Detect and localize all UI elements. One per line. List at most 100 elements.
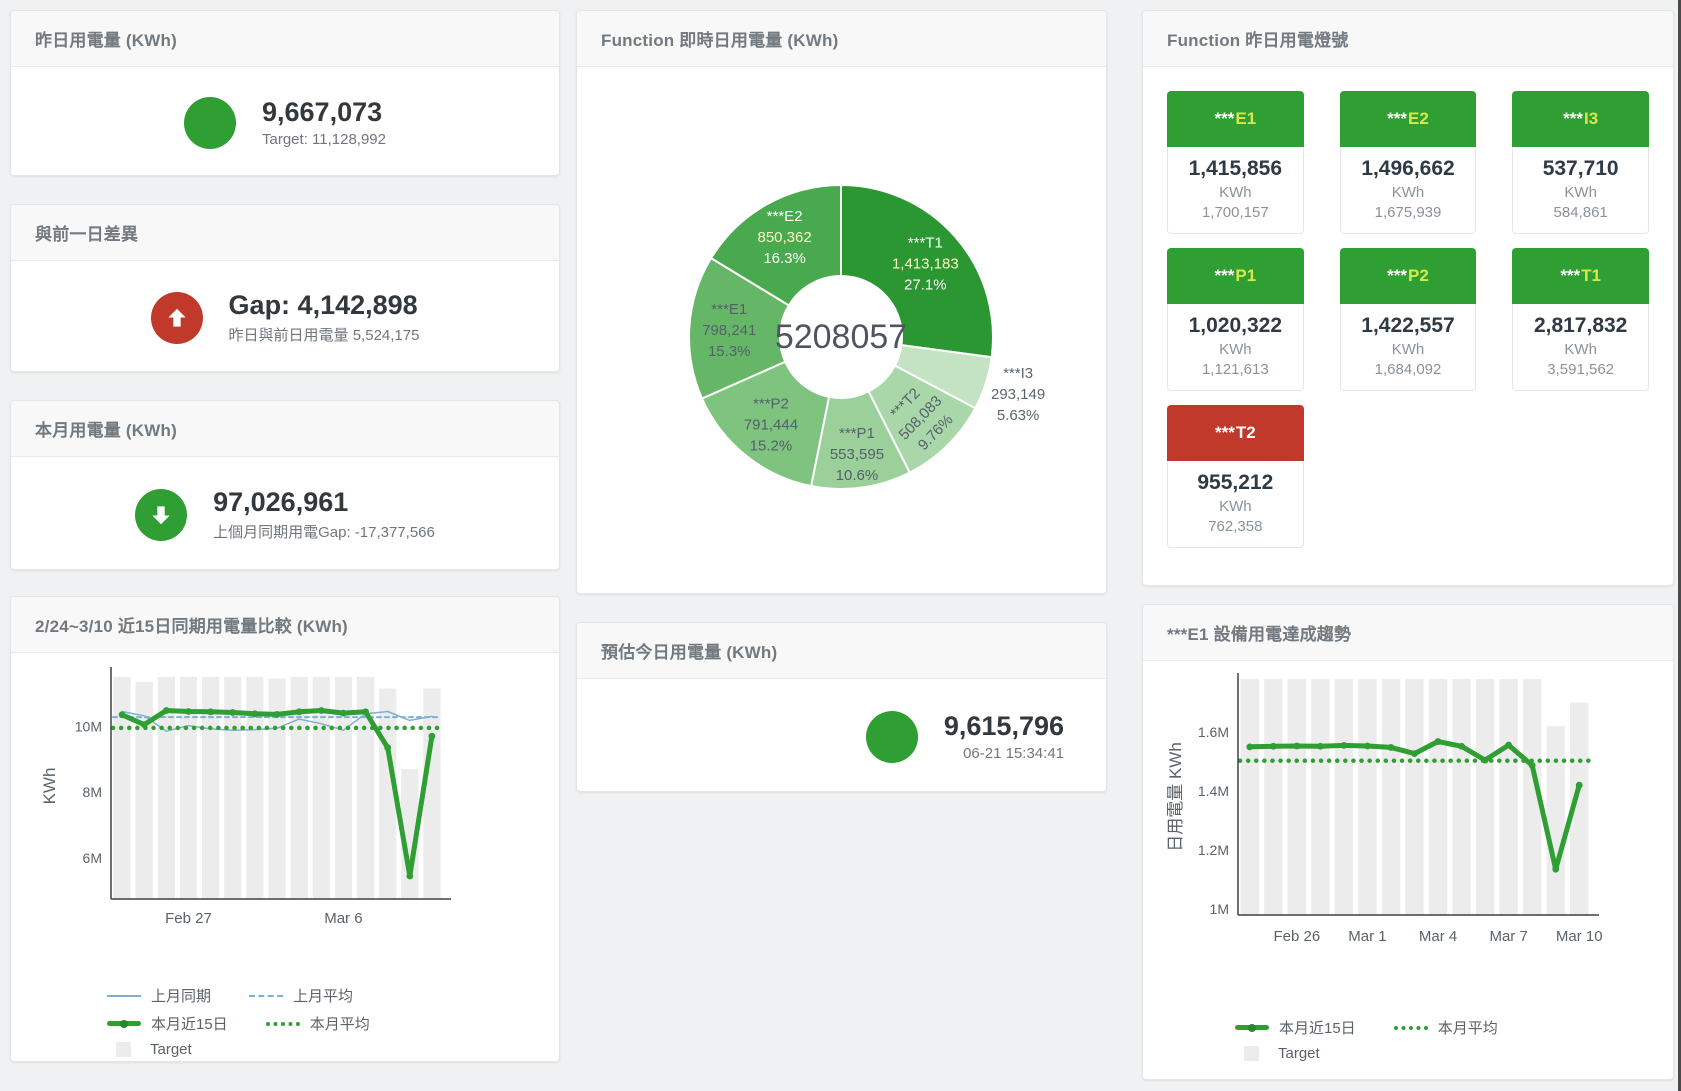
svg-text:10.6%: 10.6% <box>836 467 879 484</box>
green-status-dot-icon <box>866 711 918 763</box>
target-bar[interactable] <box>1241 679 1259 915</box>
stat-text: 97,026,961 上個月同期用電Gap: -17,377,566 <box>213 487 435 542</box>
card-header: 與前一日差異 <box>11 205 559 261</box>
device-target-value: 762,358 <box>1172 518 1299 535</box>
data-point[interactable] <box>1317 743 1324 750</box>
device-tile-header: ***E1 <box>1167 91 1304 147</box>
target-bar[interactable] <box>1264 679 1282 915</box>
svg-text:***P2: ***P2 <box>753 395 789 412</box>
card-estimated-today: 預估今日用電量 (KWh) 9,615,796 06-21 15:34:41 <box>576 622 1107 792</box>
compare-line-chart[interactable]: 6M8M10MFeb 27Mar 6KWh <box>11 659 557 949</box>
legend-item-last-month-avg[interactable]: 上月平均 <box>249 985 353 1006</box>
stat-body: Gap: 4,142,898 昨日與前日用電量 5,524,175 <box>11 261 559 374</box>
legend-label: 本月近15日 <box>1279 1017 1356 1038</box>
legend-item-this-month-line[interactable]: 本月近15日 <box>1235 1017 1356 1038</box>
y-tick-label: 6M <box>83 850 102 866</box>
data-point[interactable] <box>362 708 369 715</box>
svg-text:15.2%: 15.2% <box>750 437 793 454</box>
device-usage-unit: KWh <box>1517 184 1644 201</box>
target-bar[interactable] <box>1429 679 1447 915</box>
device-target-value: 3,591,562 <box>1517 361 1644 378</box>
legend-item-this-month-line[interactable]: 本月近15日 <box>107 1013 228 1034</box>
data-point[interactable] <box>318 707 325 714</box>
data-point[interactable] <box>1270 743 1277 750</box>
data-point[interactable] <box>384 744 391 751</box>
data-point[interactable] <box>1482 757 1489 764</box>
yesterday-usage-value: 9,667,073 <box>262 97 386 128</box>
function-usage-donut-chart[interactable]: ***T11,413,18327.1%***I3293,1495.63%***T… <box>577 67 1106 577</box>
card-month-usage: 本月用電量 (KWh) 97,026,961 上個月同期用電Gap: -17,3… <box>10 400 560 570</box>
data-point[interactable] <box>1411 750 1418 757</box>
data-point[interactable] <box>1246 743 1253 750</box>
target-bar[interactable] <box>1452 679 1470 915</box>
up-arrow-icon <box>164 305 190 331</box>
legend-item-this-month-avg[interactable]: 本月平均 <box>1394 1017 1498 1038</box>
device-target-value: 1,684,092 <box>1345 361 1472 378</box>
trend-chart-legend: 本月近15日 本月平均 Target <box>1235 1017 1673 1062</box>
target-bar[interactable] <box>1382 679 1400 915</box>
data-point[interactable] <box>429 733 436 740</box>
masked-prefix: *** <box>1387 109 1407 129</box>
legend-item-this-month-avg[interactable]: 本月平均 <box>266 1013 370 1034</box>
device-tile-body: 1,496,662 KWh 1,675,939 <box>1340 147 1477 234</box>
data-point[interactable] <box>185 708 192 715</box>
data-point[interactable] <box>406 873 413 880</box>
target-bar[interactable] <box>423 688 440 899</box>
target-bar[interactable] <box>1547 726 1565 915</box>
target-bar[interactable] <box>1335 679 1353 915</box>
device-usage-unit: KWh <box>1517 341 1644 358</box>
device-tile-body: 537,710 KWh 584,861 <box>1512 147 1649 234</box>
legend-row: 上月同期 上月平均 <box>107 985 559 1006</box>
card-header: ***E1 設備用電達成趨勢 <box>1143 605 1673 661</box>
thick-line-icon <box>1235 1025 1269 1030</box>
data-point[interactable] <box>1458 743 1465 750</box>
legend-item-target[interactable]: Target <box>1235 1045 1320 1062</box>
data-point[interactable] <box>207 708 214 715</box>
data-point[interactable] <box>1364 743 1371 750</box>
device-tile-header: ***P2 <box>1340 248 1477 304</box>
data-point[interactable] <box>251 710 258 717</box>
target-bar[interactable] <box>113 677 130 899</box>
legend-label: 本月近15日 <box>151 1013 228 1034</box>
device-tile-e1: ***E1 1,415,856 KWh 1,700,157 <box>1167 91 1304 234</box>
data-point[interactable] <box>163 707 170 714</box>
y-tick-label: 10M <box>75 718 102 734</box>
data-point[interactable] <box>340 710 347 717</box>
device-usage-value: 537,710 <box>1517 157 1644 181</box>
device-usage-unit: KWh <box>1172 498 1299 515</box>
target-bar[interactable] <box>1311 679 1329 915</box>
data-point[interactable] <box>1576 782 1583 789</box>
target-bar[interactable] <box>1358 679 1376 915</box>
data-point[interactable] <box>1435 738 1442 745</box>
device-tile-body: 1,020,322 KWh 1,121,613 <box>1167 304 1304 391</box>
data-point[interactable] <box>1552 866 1559 873</box>
legend-item-last-month-line[interactable]: 上月同期 <box>107 985 211 1006</box>
target-bar[interactable] <box>1405 679 1423 915</box>
legend-item-target[interactable]: Target <box>107 1041 192 1058</box>
target-bar[interactable] <box>1499 679 1517 915</box>
data-point[interactable] <box>1529 762 1536 769</box>
data-point[interactable] <box>141 721 148 728</box>
legend-label: Target <box>150 1041 192 1058</box>
dotted-line-icon <box>1394 1026 1428 1030</box>
target-bar[interactable] <box>1288 679 1306 915</box>
stat-text: Gap: 4,142,898 昨日與前日用電量 5,524,175 <box>229 290 420 345</box>
device-tile-e2: ***E2 1,496,662 KWh 1,675,939 <box>1340 91 1477 234</box>
data-point[interactable] <box>296 708 303 715</box>
data-point[interactable] <box>1293 743 1300 750</box>
target-bar[interactable] <box>1476 679 1494 915</box>
e1-trend-line-chart[interactable]: 1M1.2M1.4M1.6MFeb 26Mar 1Mar 4Mar 7Mar 1… <box>1143 667 1671 967</box>
data-point[interactable] <box>274 711 281 718</box>
data-point[interactable] <box>229 709 236 716</box>
svg-text:27.1%: 27.1% <box>904 276 947 293</box>
data-point[interactable] <box>1505 742 1512 749</box>
data-point[interactable] <box>1341 742 1348 749</box>
data-point[interactable] <box>119 711 126 718</box>
svg-text:850,362: 850,362 <box>757 229 811 246</box>
device-tile-body: 2,817,832 KWh 3,591,562 <box>1512 304 1649 391</box>
target-bar[interactable] <box>246 677 263 899</box>
y-axis-title: KWh <box>40 768 59 805</box>
device-code: T2 <box>1236 423 1256 443</box>
device-usage-value: 1,496,662 <box>1345 157 1472 181</box>
data-point[interactable] <box>1388 744 1395 751</box>
